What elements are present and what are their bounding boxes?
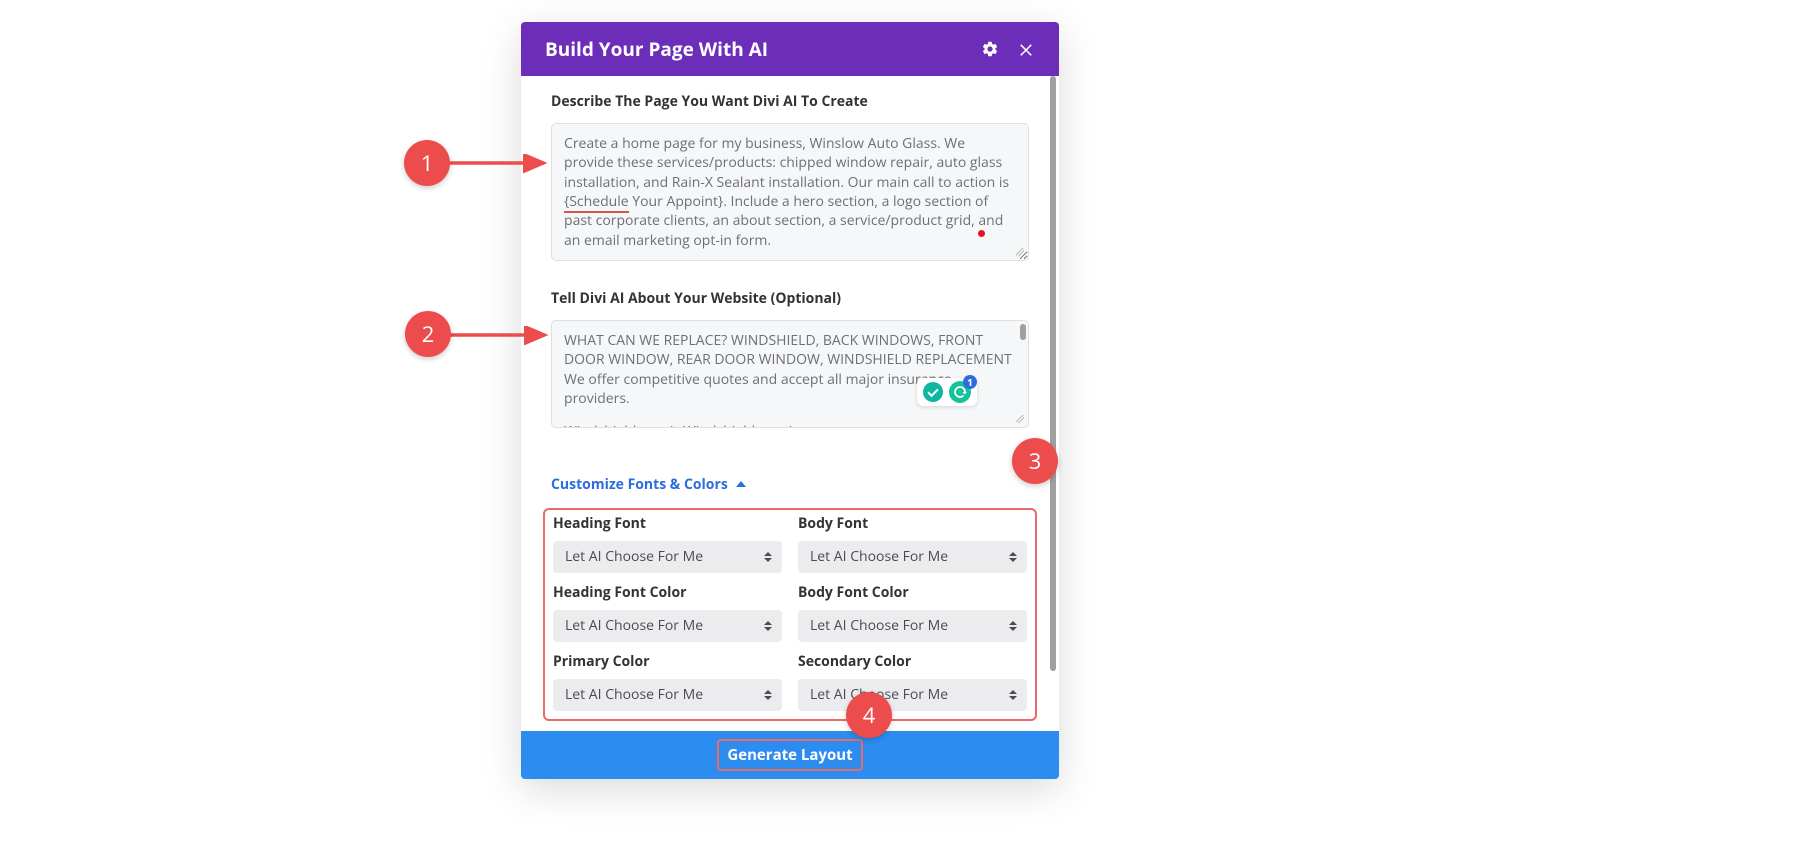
spell-underline: {Schedule xyxy=(564,192,629,213)
inner-scrollbar-thumb[interactable] xyxy=(1020,324,1026,340)
modal-footer: Generate Layout xyxy=(521,731,1059,779)
body-font-group: Body Font Let AI Choose For Me xyxy=(798,514,1027,573)
annotation-badge-4: 4 xyxy=(846,692,892,738)
collapse-label: Customize Fonts & Colors xyxy=(551,475,728,494)
modal-header: Build Your Page With AI xyxy=(521,22,1059,76)
status-dot-icon xyxy=(978,230,985,237)
body-font-value: Let AI Choose For Me xyxy=(810,547,948,566)
select-caret-icon xyxy=(764,690,772,700)
modal-body: Describe The Page You Want Divi AI To Cr… xyxy=(521,76,1059,731)
generate-layout-button[interactable]: Generate Layout xyxy=(725,741,854,769)
about-textarea[interactable]: WHAT CAN WE REPLACE? WINDSHIELD, BACK WI… xyxy=(551,320,1029,428)
heading-font-color-group: Heading Font Color Let AI Choose For Me xyxy=(553,583,782,642)
fonts-colors-options: Heading Font Let AI Choose For Me Body F… xyxy=(543,508,1037,721)
heading-font-color-label: Heading Font Color xyxy=(553,583,782,602)
extension-icons: 1 xyxy=(917,378,977,406)
heading-font-label: Heading Font xyxy=(553,514,782,533)
ai-builder-modal: Build Your Page With AI Describe The Pag… xyxy=(521,22,1059,779)
assistant-icon[interactable] xyxy=(923,382,943,402)
grammarly-icon[interactable]: 1 xyxy=(949,381,971,403)
body-font-color-label: Body Font Color xyxy=(798,583,1027,602)
heading-font-color-select[interactable]: Let AI Choose For Me xyxy=(553,610,782,642)
select-caret-icon xyxy=(1009,552,1017,562)
scrollbar-track[interactable] xyxy=(1050,76,1056,731)
customize-fonts-colors-toggle[interactable]: Customize Fonts & Colors xyxy=(551,475,746,494)
caret-up-icon xyxy=(736,481,746,487)
secondary-color-select[interactable]: Let AI Choose For Me xyxy=(798,679,1027,711)
annotation-badge-3: 3 xyxy=(1012,438,1058,484)
primary-color-value: Let AI Choose For Me xyxy=(565,685,703,704)
about-textarea-wrap: WHAT CAN WE REPLACE? WINDSHIELD, BACK WI… xyxy=(551,320,1029,428)
annotation-badge-1: 1 xyxy=(404,140,450,186)
select-caret-icon xyxy=(764,621,772,631)
secondary-color-label: Secondary Color xyxy=(798,652,1027,671)
body-font-color-group: Body Font Color Let AI Choose For Me xyxy=(798,583,1027,642)
select-caret-icon xyxy=(764,552,772,562)
arrow-icon xyxy=(449,326,555,346)
header-actions xyxy=(981,40,1035,58)
about-label: Tell Divi AI About Your Website (Optiona… xyxy=(551,289,1029,308)
close-icon[interactable] xyxy=(1017,40,1035,58)
heading-font-group: Heading Font Let AI Choose For Me xyxy=(553,514,782,573)
describe-label: Describe The Page You Want Divi AI To Cr… xyxy=(551,92,1029,111)
heading-font-value: Let AI Choose For Me xyxy=(565,547,703,566)
primary-color-select[interactable]: Let AI Choose For Me xyxy=(553,679,782,711)
generate-layout-highlight: Generate Layout xyxy=(717,739,862,771)
body-font-select[interactable]: Let AI Choose For Me xyxy=(798,541,1027,573)
modal-title: Build Your Page With AI xyxy=(545,36,768,62)
describe-text-pre: Create a home page for my business, Wins… xyxy=(564,134,1009,192)
primary-color-label: Primary Color xyxy=(553,652,782,671)
secondary-color-group: Secondary Color Let AI Choose For Me xyxy=(798,652,1027,711)
annotation-badge-2: 2 xyxy=(405,311,451,357)
body-font-label: Body Font xyxy=(798,514,1027,533)
describe-textarea[interactable]: Create a home page for my business, Wins… xyxy=(551,123,1029,261)
select-caret-icon xyxy=(1009,621,1017,631)
grammarly-badge: 1 xyxy=(963,375,977,389)
arrow-icon xyxy=(448,154,554,174)
body-font-color-select[interactable]: Let AI Choose For Me xyxy=(798,610,1027,642)
describe-text-post: Your Appoint}. Include a hero section, a… xyxy=(564,192,1003,250)
about-text2: Windshield repair Windshield repair xyxy=(564,422,1016,428)
heading-font-color-value: Let AI Choose For Me xyxy=(565,616,703,635)
heading-font-select[interactable]: Let AI Choose For Me xyxy=(553,541,782,573)
gear-icon[interactable] xyxy=(981,40,999,58)
describe-textarea-wrap: Create a home page for my business, Wins… xyxy=(551,123,1029,261)
scrollbar-thumb[interactable] xyxy=(1050,76,1056,671)
primary-color-group: Primary Color Let AI Choose For Me xyxy=(553,652,782,711)
select-caret-icon xyxy=(1009,690,1017,700)
body-font-color-value: Let AI Choose For Me xyxy=(810,616,948,635)
